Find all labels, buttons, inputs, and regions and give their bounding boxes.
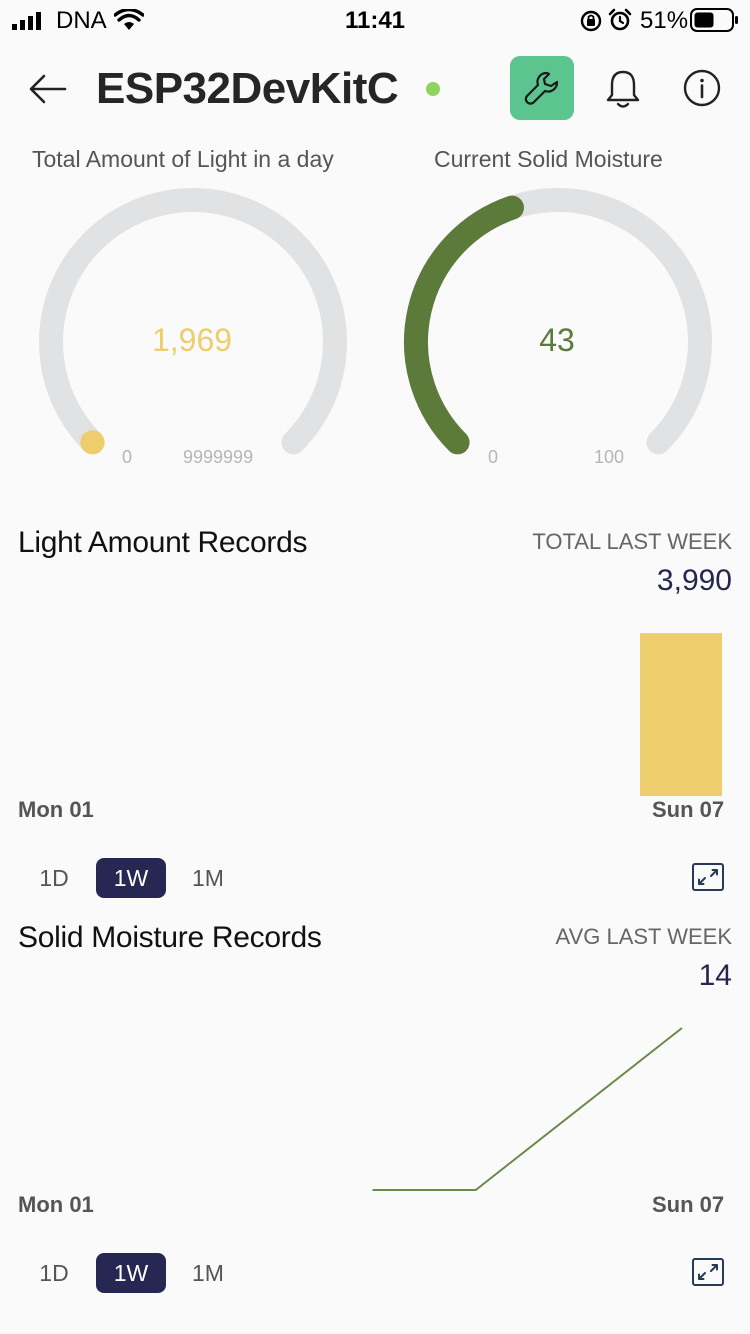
light-bar-chart: [640, 633, 722, 796]
light-gauge-max: 9999999: [183, 447, 254, 467]
light-gauge-min: 0: [122, 447, 133, 467]
wrench-icon: [524, 71, 559, 105]
moisture-x-end: Sun 07: [652, 1192, 725, 1217]
moisture-gauge-max: 100: [594, 447, 625, 467]
light-range-1d[interactable]: 1D: [23, 858, 85, 898]
moisture-range-1w[interactable]: 1W: [96, 1253, 166, 1293]
light-x-end: Sun 07: [652, 797, 725, 822]
bell-icon[interactable]: [603, 68, 643, 110]
page-title: ESP32DevKitC: [96, 64, 399, 113]
light-gauge-value: 1,969: [151, 322, 233, 358]
moisture-range-1m[interactable]: 1M: [177, 1253, 239, 1293]
rotation-lock-icon: [580, 10, 602, 32]
alarm-icon: [608, 8, 632, 31]
light-gauge-title: Total Amount of Light in a day: [32, 146, 334, 172]
light-expand-icon[interactable]: [692, 863, 724, 891]
bar-sun-07: [640, 633, 722, 796]
moisture-avg-value: 14: [698, 959, 732, 992]
moisture-line-chart: [372, 1027, 683, 1191]
light-total-caption: TOTAL LAST WEEK: [532, 529, 732, 554]
light-range-1w[interactable]: 1W: [96, 858, 166, 898]
back-arrow-icon[interactable]: [28, 72, 68, 106]
clock-time: 11:41: [344, 7, 406, 34]
light-range-1m[interactable]: 1M: [177, 858, 239, 898]
light-total-value: 3,990: [656, 564, 732, 597]
moisture-gauge-value: 43: [539, 322, 575, 358]
status-bar: DNA 11:41 51%: [0, 0, 750, 40]
battery-percent: 51%: [640, 7, 689, 34]
moisture-x-start: Mon 01: [18, 1192, 94, 1217]
moisture-avg-caption: AVG LAST WEEK: [555, 924, 732, 949]
settings-wrench-button[interactable]: [510, 56, 574, 120]
moisture-range-1d[interactable]: 1D: [23, 1253, 85, 1293]
moisture-series-line: [372, 1027, 683, 1191]
moisture-gauge-title: Current Solid Moisture: [434, 146, 663, 172]
battery-icon: [690, 8, 738, 32]
light-x-start: Mon 01: [18, 797, 94, 822]
info-icon[interactable]: [682, 68, 722, 108]
moisture-gauge-min: 0: [488, 447, 499, 467]
moisture-records-title: Solid Moisture Records: [18, 921, 322, 954]
light-records-title: Light Amount Records: [18, 526, 308, 559]
online-status-dot: [426, 82, 440, 96]
moisture-expand-icon[interactable]: [692, 1258, 724, 1286]
